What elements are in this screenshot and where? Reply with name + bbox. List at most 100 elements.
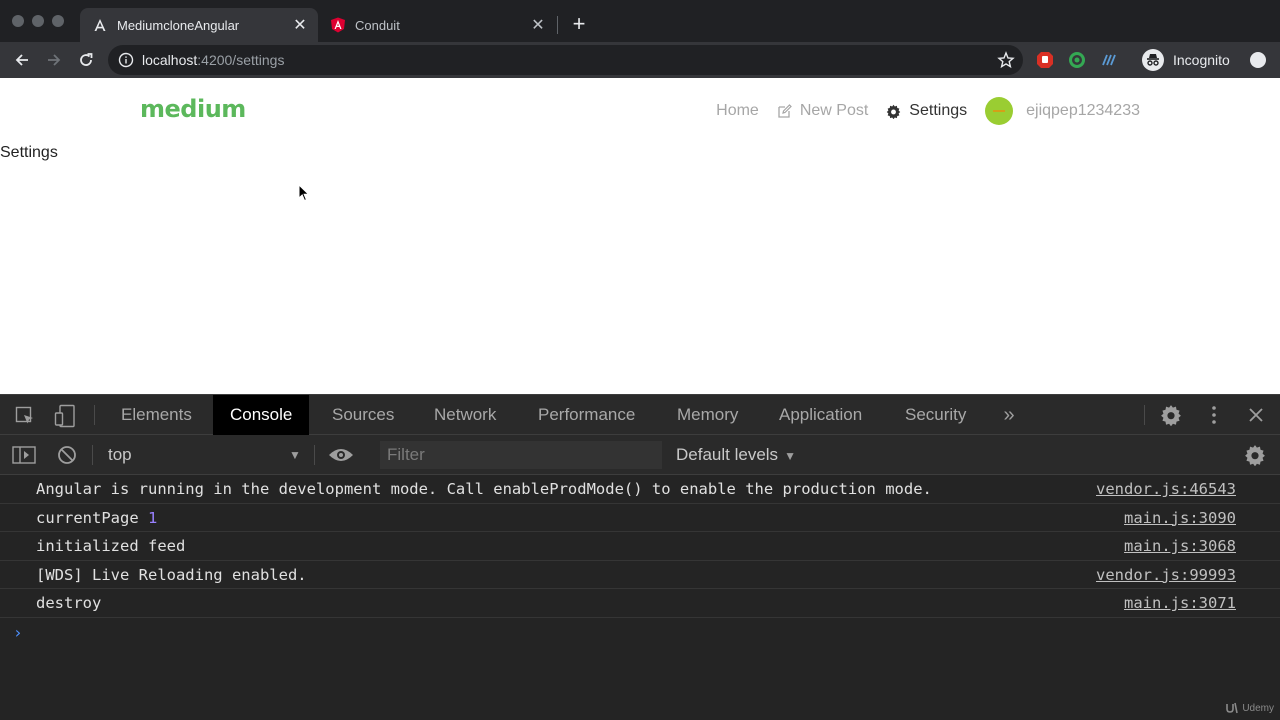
nav-settings-label: Settings bbox=[909, 102, 968, 119]
forward-button[interactable] bbox=[42, 48, 66, 72]
console-number-value: 1 bbox=[148, 508, 158, 527]
arrow-right-icon bbox=[48, 54, 61, 66]
incognito-icon bbox=[1142, 49, 1164, 71]
close-window-button[interactable] bbox=[12, 15, 24, 27]
udemy-watermark: Udemy bbox=[1225, 702, 1274, 714]
tab-console[interactable]: Console bbox=[213, 395, 310, 435]
angular-icon bbox=[92, 17, 108, 33]
browser-toolbar: localhost:4200/settings Incognito bbox=[0, 42, 1280, 78]
adblock-extension-icon[interactable] bbox=[1036, 51, 1054, 69]
toolbar-divider bbox=[1144, 405, 1145, 425]
log-levels-dropdown[interactable]: Default levels ▼ bbox=[676, 445, 796, 465]
filter-input[interactable] bbox=[380, 441, 662, 469]
nav-settings-link[interactable]: Settings bbox=[886, 102, 967, 120]
gear-icon bbox=[886, 104, 901, 119]
console-message: Angular is running in the development mo… bbox=[0, 475, 1280, 504]
tab-performance[interactable]: Performance bbox=[521, 395, 652, 435]
toolbar-divider bbox=[314, 445, 315, 465]
clear-console-icon[interactable] bbox=[56, 444, 78, 466]
console-message: destroy main.js:3071 bbox=[0, 589, 1280, 618]
toolbar-divider bbox=[92, 445, 93, 465]
device-toolbar-icon[interactable] bbox=[54, 404, 76, 428]
bookmark-star-icon[interactable] bbox=[997, 51, 1015, 69]
info-icon[interactable] bbox=[118, 52, 134, 68]
nav-profile-link[interactable]: ejiqpep1234233 bbox=[985, 97, 1140, 125]
tab-separator bbox=[557, 16, 558, 34]
target-extension-icon[interactable] bbox=[1068, 51, 1086, 69]
avatar bbox=[985, 97, 1014, 125]
console-message-text: initialized feed bbox=[36, 537, 186, 556]
console-message: initialized feed main.js:3068 bbox=[0, 532, 1280, 561]
console-source-link[interactable]: vendor.js:46543 bbox=[1096, 480, 1236, 498]
console-settings-gear-icon[interactable] bbox=[1244, 444, 1266, 466]
console-source-link[interactable]: main.js:3090 bbox=[1124, 509, 1236, 527]
console-prompt[interactable]: › bbox=[0, 618, 1280, 648]
angular-shield-icon bbox=[330, 17, 346, 33]
incognito-indicator[interactable]: Incognito bbox=[1142, 47, 1230, 73]
tab-application[interactable]: Application bbox=[762, 395, 879, 435]
tab-title: MediumcloneAngular bbox=[117, 17, 240, 33]
console-messages: Angular is running in the development mo… bbox=[0, 475, 1280, 648]
nav-new-post-label: New Post bbox=[799, 102, 869, 119]
tab-elements[interactable]: Elements bbox=[104, 395, 209, 435]
maximize-window-button[interactable] bbox=[52, 15, 64, 27]
reload-button[interactable] bbox=[74, 48, 98, 72]
back-button[interactable] bbox=[10, 48, 34, 72]
console-source-link[interactable]: main.js:3068 bbox=[1124, 537, 1236, 555]
close-tab-icon[interactable]: ✕ bbox=[290, 15, 310, 35]
brand-logo[interactable]: medium bbox=[140, 95, 246, 123]
profile-menu-icon[interactable] bbox=[1250, 52, 1266, 68]
compose-icon bbox=[777, 103, 792, 119]
close-tab-icon[interactable]: ✕ bbox=[528, 15, 548, 35]
incognito-label: Incognito bbox=[1173, 52, 1230, 68]
prompt-chevron-icon: › bbox=[13, 622, 23, 642]
show-sidebar-icon[interactable] bbox=[12, 444, 36, 466]
nav-home-label: Home bbox=[716, 102, 759, 119]
console-source-link[interactable]: vendor.js:99993 bbox=[1096, 566, 1236, 584]
tab-memory[interactable]: Memory bbox=[660, 395, 755, 435]
console-message-text: [WDS] Live Reloading enabled. bbox=[36, 565, 307, 584]
context-dropdown-icon[interactable]: ▼ bbox=[289, 448, 301, 462]
browser-tabstrip: MediumcloneAngular ✕ Conduit ✕ + bbox=[0, 0, 1280, 42]
browser-tab-mediumclone[interactable]: MediumcloneAngular ✕ bbox=[80, 8, 318, 42]
nav-new-post-link[interactable]: New Post bbox=[777, 102, 868, 120]
context-selector[interactable]: top bbox=[108, 445, 132, 465]
console-message-text: currentPage 1 bbox=[36, 508, 158, 527]
minimize-window-button[interactable] bbox=[32, 15, 44, 27]
mouse-cursor-icon bbox=[298, 184, 310, 202]
address-bar[interactable]: localhost:4200/settings bbox=[108, 45, 1023, 75]
console-message: [WDS] Live Reloading enabled. vendor.js:… bbox=[0, 561, 1280, 590]
console-message: currentPage 1 main.js:3090 bbox=[0, 504, 1280, 533]
page-title: Settings bbox=[0, 144, 58, 161]
reload-icon bbox=[80, 53, 93, 66]
devtools-panel: Elements Console Sources Network Perform… bbox=[0, 394, 1280, 720]
tab-title: Conduit bbox=[355, 17, 400, 33]
log-levels-label: Default levels bbox=[676, 445, 779, 464]
browser-tab-conduit[interactable]: Conduit ✕ bbox=[318, 8, 556, 42]
tab-network[interactable]: Network bbox=[417, 395, 513, 435]
close-devtools-icon[interactable] bbox=[1246, 405, 1266, 425]
settings-gear-icon[interactable] bbox=[1160, 404, 1182, 426]
console-filter-bar: top ▼ Default levels ▼ bbox=[0, 435, 1280, 475]
more-tabs-chevron-icon[interactable]: » bbox=[998, 404, 1020, 426]
web-page: medium Home New Post Settings ejiqpep123… bbox=[0, 78, 1280, 394]
live-expression-eye-icon[interactable] bbox=[328, 445, 354, 465]
arrow-left-icon bbox=[15, 54, 28, 66]
url-text: localhost:4200/settings bbox=[142, 52, 285, 68]
udemy-logo-icon bbox=[1226, 702, 1239, 714]
kebab-menu-icon[interactable] bbox=[1206, 404, 1222, 426]
console-message-text: Angular is running in the development mo… bbox=[36, 480, 932, 498]
nav-username: ejiqpep1234233 bbox=[1026, 102, 1140, 119]
inspect-element-icon[interactable] bbox=[14, 405, 36, 427]
new-tab-button[interactable]: + bbox=[568, 13, 590, 36]
grammar-extension-icon[interactable] bbox=[1100, 51, 1118, 69]
console-source-link[interactable]: main.js:3071 bbox=[1124, 594, 1236, 612]
console-message-text: destroy bbox=[36, 594, 102, 613]
tab-security[interactable]: Security bbox=[888, 395, 983, 435]
tab-sources[interactable]: Sources bbox=[315, 395, 411, 435]
main-nav: Home New Post Settings ejiqpep1234233 bbox=[698, 97, 1140, 125]
chevron-down-icon: ▼ bbox=[784, 449, 796, 463]
toolbar-divider bbox=[94, 405, 95, 425]
devtools-tabbar: Elements Console Sources Network Perform… bbox=[0, 395, 1280, 435]
nav-home-link[interactable]: Home bbox=[716, 102, 759, 120]
